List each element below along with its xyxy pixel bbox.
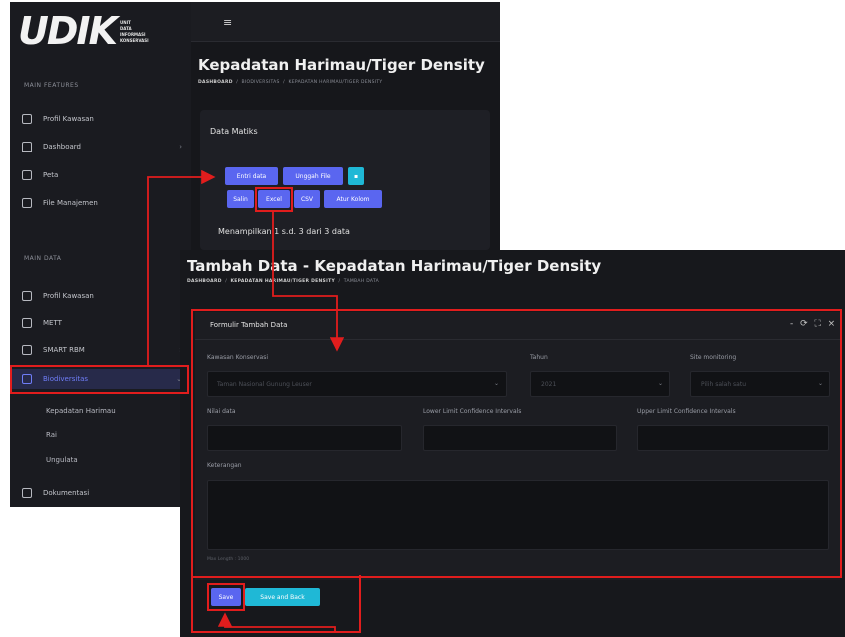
sidebar-item-dokumentasi[interactable]: Dokumentasi bbox=[22, 483, 188, 503]
section-title-data: MAIN DATA bbox=[24, 255, 62, 262]
sidebar-item-label: METT bbox=[43, 319, 62, 327]
highlight-form-card bbox=[191, 309, 842, 578]
grid-icon bbox=[22, 291, 32, 301]
home-icon bbox=[22, 142, 32, 152]
menu-icon[interactable]: ≡ bbox=[223, 16, 232, 29]
form-breadcrumb: DASHBOARD / KEPADATAN HARIMAU/TIGER DENS… bbox=[187, 279, 379, 284]
sidebar-item-label: SMART RBM bbox=[43, 346, 85, 354]
top-bar: ≡ bbox=[191, 2, 500, 42]
sidebar-item-label: Profil Kawasan bbox=[43, 115, 94, 123]
grid-icon bbox=[22, 318, 32, 328]
file-icon[interactable]: ▪ bbox=[348, 167, 364, 185]
breadcrumb-item[interactable]: DASHBOARD bbox=[187, 279, 222, 284]
folder-icon bbox=[22, 198, 32, 208]
card-title: Data Matiks bbox=[210, 127, 258, 136]
sidebar-item-profil-kawasan[interactable]: Profil Kawasan bbox=[22, 109, 188, 129]
page-title: Kepadatan Harimau/Tiger Density bbox=[198, 56, 485, 74]
app-logo[interactable]: UDIK UNIT DATA INFORMASI KONSERVASI bbox=[18, 12, 154, 50]
highlight-form-footer bbox=[191, 575, 361, 633]
sidebar-item-label: Dokumentasi bbox=[43, 489, 90, 497]
logo-text: UDIK bbox=[18, 9, 118, 53]
chevron-right-icon: › bbox=[179, 143, 182, 151]
salin-button[interactable]: Salin bbox=[227, 190, 254, 208]
unggah-file-button[interactable]: Unggah File bbox=[283, 167, 343, 185]
sidebar-item-smart-rbm[interactable]: SMART RBM › bbox=[22, 340, 188, 360]
sidebar-item-mett[interactable]: METT bbox=[22, 313, 188, 333]
sidebar-item-profil-kawasan-data[interactable]: Profil Kawasan bbox=[22, 286, 188, 306]
form-page-title: Tambah Data - Kepadatan Harimau/Tiger De… bbox=[187, 257, 602, 275]
sidebar-subitem-ungulata[interactable]: Ungulata bbox=[46, 456, 78, 464]
breadcrumb-item[interactable]: DASHBOARD bbox=[198, 80, 233, 85]
section-title-main: MAIN FEATURES bbox=[24, 82, 79, 89]
grid-icon bbox=[22, 114, 32, 124]
sidebar-item-peta[interactable]: Peta bbox=[22, 165, 188, 185]
csv-button[interactable]: CSV bbox=[294, 190, 320, 208]
breadcrumb-item[interactable]: KEPADATAN HARIMAU/TIGER DENSITY bbox=[231, 279, 336, 284]
map-icon bbox=[22, 170, 32, 180]
sidebar-subitem-kepadatan-harimau[interactable]: Kepadatan Harimau bbox=[46, 407, 116, 415]
sidebar-item-file-manajemen[interactable]: File Manajemen bbox=[22, 193, 188, 213]
sidebar-item-label: Peta bbox=[43, 171, 59, 179]
highlight-excel-button bbox=[255, 187, 293, 212]
entri-data-button[interactable]: Entri data bbox=[225, 167, 278, 185]
breadcrumb-item[interactable]: BIODIVERSITAS bbox=[242, 80, 280, 85]
highlight-biodiversitas bbox=[10, 365, 189, 394]
breadcrumb-item: KEPADATAN HARIMAU/TIGER DENSITY bbox=[288, 80, 383, 85]
sidebar: UDIK UNIT DATA INFORMASI KONSERVASI MAIN… bbox=[10, 2, 191, 507]
sidebar-subitem-rai[interactable]: Rai bbox=[46, 431, 57, 439]
sidebar-panel: UDIK UNIT DATA INFORMASI KONSERVASI MAIN… bbox=[10, 2, 191, 507]
logo-subtitle: UNIT DATA INFORMASI KONSERVASI bbox=[119, 19, 149, 43]
table-info-text: Menampilkan 1 s.d. 3 dari 3 data bbox=[218, 227, 350, 236]
atur-kolom-button[interactable]: Atur Kolom bbox=[324, 190, 382, 208]
grid-icon bbox=[22, 488, 32, 498]
sidebar-item-label: File Manajemen bbox=[43, 199, 98, 207]
sidebar-item-label: Dashboard bbox=[43, 143, 81, 151]
sidebar-item-label: Profil Kawasan bbox=[43, 292, 94, 300]
breadcrumb: DASHBOARD / BIODIVERSITAS / KEPADATAN HA… bbox=[198, 80, 383, 85]
grid-icon bbox=[22, 345, 32, 355]
sidebar-item-dashboard[interactable]: Dashboard › bbox=[22, 137, 188, 157]
breadcrumb-item: TAMBAH DATA bbox=[343, 279, 379, 284]
